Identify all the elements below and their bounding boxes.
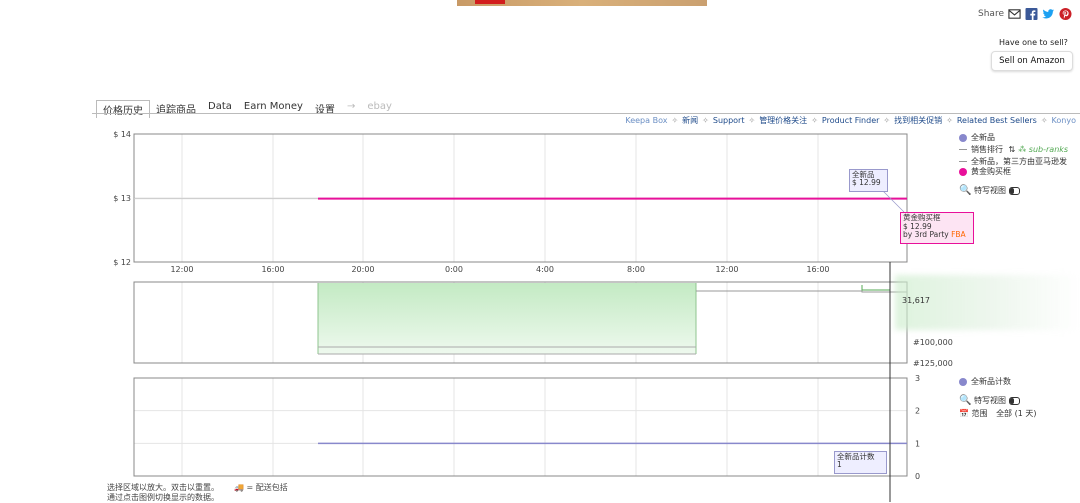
x-tick-label: 8:00	[627, 265, 645, 274]
rank-line-d	[861, 285, 890, 291]
rank-line-icon	[959, 149, 967, 150]
legend-rank-label: 销售排行	[971, 145, 1003, 154]
legend-item-count[interactable]: 全新品计数	[959, 376, 1011, 387]
footer-shipping: 🚚 = 配送包括	[234, 482, 288, 493]
legend-subranks-link[interactable]: sub-ranks	[1029, 145, 1068, 154]
tooltip-buybox-by: by 3rd Party	[903, 230, 949, 239]
footer-hint-2: 通过点击图例切换显示的数据。	[107, 493, 219, 502]
tooltip-buybox: 黄金购买框 $ 12.99 by 3rd Party FBA	[900, 212, 974, 244]
x-tick-label: 4:00	[536, 265, 554, 274]
range-selector[interactable]: 📅 范围 全部 (1 天)	[959, 408, 1036, 419]
rank-y-tick: #100,000	[913, 338, 953, 347]
legend-buybox-label: 黄金购买框	[971, 167, 1011, 176]
new-dot-icon	[959, 133, 967, 142]
x-tick-label: 16:00	[806, 265, 829, 274]
legend-item-rank[interactable]: 销售排行 ⇅ ⁂ sub-ranks	[959, 144, 1068, 155]
tooltip-connector	[881, 189, 905, 213]
current-rank-value: 31,617	[902, 296, 930, 305]
x-tick-label: 20:00	[351, 265, 374, 274]
close-view-label-bottom: 特写视图	[974, 396, 1006, 405]
offers-y-tick: 3	[915, 374, 920, 383]
x-tick-label: 16:00	[261, 265, 284, 274]
rank-line-c	[696, 290, 907, 293]
close-view-toggle[interactable]: 🔍 特写视图	[959, 185, 1020, 196]
offers-y-tick: 0	[915, 472, 920, 481]
buybox-dot-icon	[959, 167, 967, 176]
rank-area-fill	[318, 283, 696, 354]
offers-y-tick: 2	[915, 407, 920, 416]
price-y-tick: $ 13	[113, 194, 131, 203]
price-y-tick: $ 14	[113, 130, 131, 139]
close-view-toggle-bottom[interactable]: 🔍 特写视图	[959, 395, 1020, 406]
legend-count-label: 全新品计数	[971, 377, 1011, 386]
tooltip-new-price: $ 12.99	[852, 178, 881, 187]
close-view-label: 特写视图	[974, 186, 1006, 195]
tooltip-new: 全新品 $ 12.99	[849, 169, 888, 192]
third-party-line-icon	[959, 161, 967, 162]
legend-new-label: 全新品	[971, 133, 995, 142]
toggle-icon	[1009, 186, 1020, 195]
range-value[interactable]: 全部 (1 天)	[996, 409, 1036, 418]
calendar-icon: 📅	[959, 409, 969, 418]
legend-item-buybox[interactable]: 黄金购买框	[959, 166, 1011, 177]
toggle-icon	[1009, 396, 1020, 405]
footer-shipping-label: = 配送包括	[246, 483, 288, 492]
count-dot-icon	[959, 377, 967, 386]
truck-icon: 🚚	[234, 483, 244, 492]
x-tick-label: 0:00	[445, 265, 463, 274]
price-history-chart[interactable]: $ 14 $ 13 $ 12 12:00 16:00 20:00 0:00 4:00 8:00 1…	[0, 0, 1080, 502]
offers-panel-frame	[133, 377, 908, 477]
magnifier-icon: 🔍	[959, 185, 972, 196]
tooltip-buybox-flag: FBA	[951, 230, 966, 239]
price-y-tick: $ 12	[113, 258, 131, 267]
legend-item-new[interactable]: 全新品	[959, 132, 995, 143]
sitemap-icon: ⁂	[1018, 145, 1027, 154]
legend-third-party-label: 全新品，第三方由亚马逊发	[971, 157, 1067, 166]
range-label: 范围	[971, 409, 988, 418]
x-tick-label: 12:00	[170, 265, 193, 274]
offers-y-tick: 1	[915, 439, 920, 448]
tooltip-count-name: 全新品计数	[837, 452, 875, 461]
tooltip-count: 全新品计数 1	[834, 451, 887, 474]
rank-y-tick: #125,000	[913, 359, 953, 368]
sort-icon: ⇅	[1008, 145, 1016, 154]
tooltip-count-value: 1	[837, 460, 842, 469]
x-tick-label: 12:00	[715, 265, 738, 274]
magnifier-icon: 🔍	[959, 395, 972, 406]
